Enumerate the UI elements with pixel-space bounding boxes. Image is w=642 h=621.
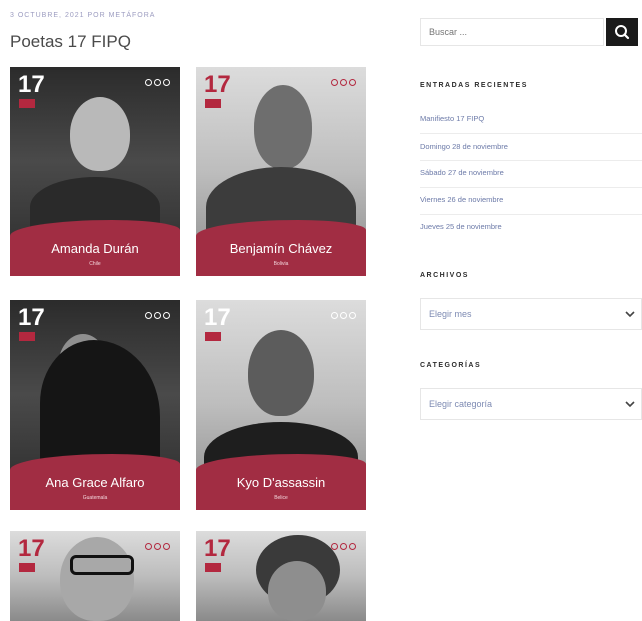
festival-number: 17 [204,71,231,98]
poet-country: Guatemala [82,495,108,501]
dots-logo-icon [331,79,356,86]
dots-logo-icon [331,543,356,550]
poet-card-kyo-dassassin[interactable]: 17 Kyo D'assassin Belice [196,300,366,510]
poet-country: Bolivia [273,261,289,267]
recent-post-link[interactable]: Domingo 28 de noviembre [420,142,508,151]
poet-name: Amanda Durán [51,241,139,256]
recent-post-link[interactable]: Viernes 26 de noviembre [420,195,503,204]
search-input[interactable] [421,19,597,45]
page-title: Poetas 17 FIPQ [10,32,131,51]
poet-card-benjamin-chavez[interactable]: 17 Benjamín Chávez Bolivia [196,67,366,276]
festival-number: 17 [204,304,231,331]
archives-select[interactable]: Elegir mes [420,298,642,330]
festival-tag [19,99,35,108]
poet-country: Chile [89,261,101,267]
festival-number: 17 [18,304,45,331]
categories-heading: CATEGORÍAS [420,362,482,369]
festival-number: 17 [18,535,45,562]
festival-tag [19,563,35,572]
recent-post-link[interactable]: Manifiesto 17 FIPQ [420,114,484,123]
festival-tag [205,563,221,572]
search-box [420,18,604,46]
recent-post-link[interactable]: Jueves 25 de noviembre [420,222,502,231]
poet-card-amanda-duran[interactable]: 17 Amanda Durán Chile [10,67,180,276]
festival-tag [205,99,221,108]
poet-card-5[interactable]: 17 [10,531,180,621]
dots-logo-icon [145,79,170,86]
categories-select-value: Elegir categoría [429,399,493,409]
poet-name: Benjamín Chávez [229,241,333,256]
festival-tag [19,332,35,341]
categories-select[interactable]: Elegir categoría [420,388,642,420]
dots-logo-icon [145,543,170,550]
poet-card-ana-grace-alfaro[interactable]: 17 Ana Grace Alfaro Guatemala [10,300,180,510]
search-button[interactable] [606,18,638,46]
archives-heading: ARCHIVOS [420,272,469,279]
dots-logo-icon [331,312,356,319]
festival-number: 17 [18,71,45,98]
chevron-down-icon [625,401,635,408]
festival-number: 17 [204,535,231,562]
poet-name: Kyo D'assassin [236,475,326,490]
recent-post-link[interactable]: Sábado 27 de noviembre [420,168,504,177]
search-icon [615,25,630,40]
archives-select-value: Elegir mes [429,309,472,319]
recent-posts-heading: ENTRADAS RECIENTES [420,82,528,89]
chevron-down-icon [625,311,635,318]
poet-country: Belice [274,495,288,501]
dots-logo-icon [145,312,170,319]
poet-card-6[interactable]: 17 [196,531,366,621]
post-meta: 3 OCTUBRE, 2021 POR METÁFORA [10,12,156,19]
poet-name: Ana Grace Alfaro [45,475,145,490]
festival-tag [205,332,221,341]
